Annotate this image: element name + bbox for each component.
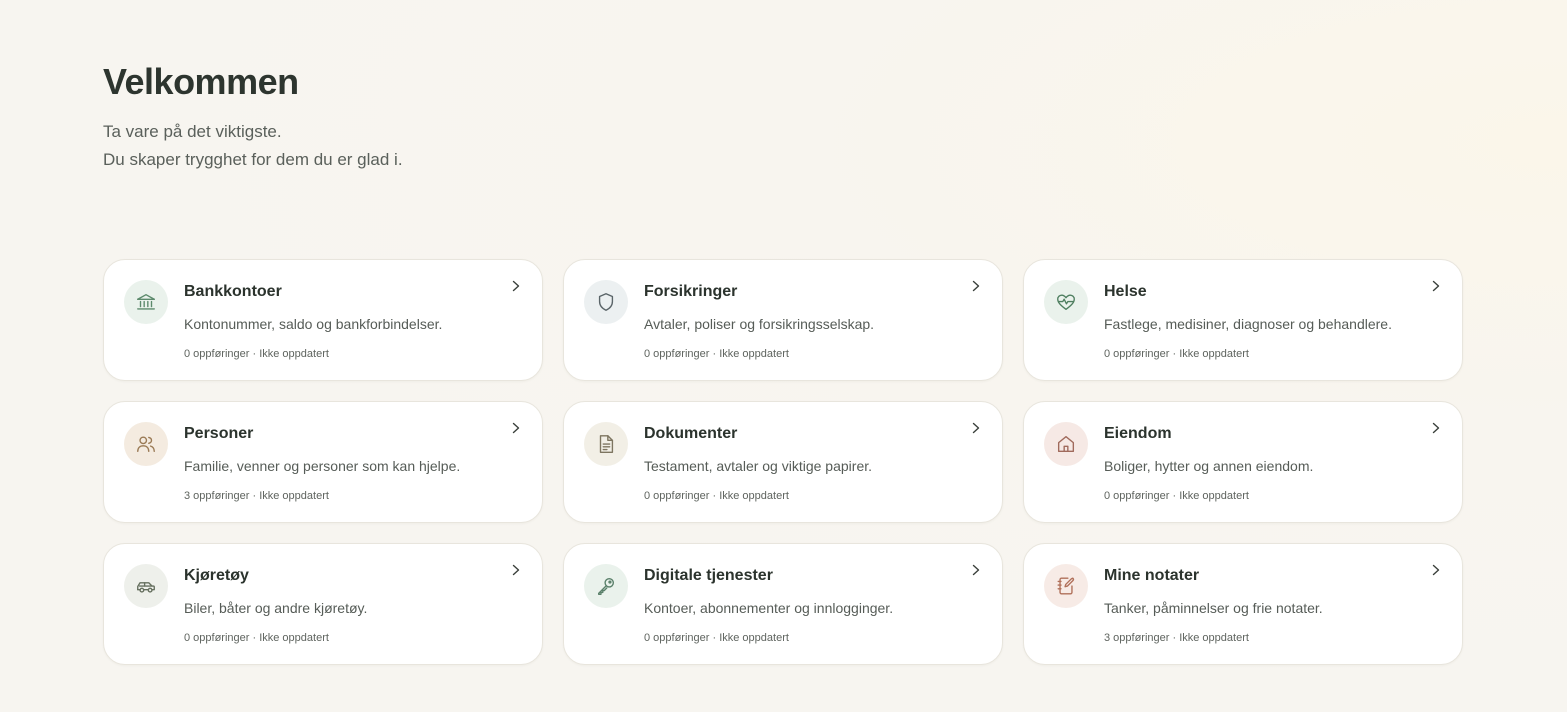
- card-digitale-tjenester[interactable]: Digitale tjenester Kontoer, abonnementer…: [563, 543, 1003, 665]
- card-bankkontoer[interactable]: Bankkontoer Kontonummer, saldo og bankfo…: [103, 259, 543, 381]
- card-meta: 0 oppføringer · Ikke oppdatert: [644, 632, 789, 644]
- chevron-right-icon: [970, 279, 982, 293]
- document-icon: [584, 422, 628, 466]
- card-meta: 0 oppføringer · Ikke oppdatert: [184, 348, 329, 360]
- users-icon: [124, 422, 168, 466]
- chevron-right-icon: [510, 421, 522, 435]
- card-description: Familie, venner og personer som kan hjel…: [184, 458, 461, 474]
- card-meta: 0 oppføringer · Ikke oppdatert: [184, 632, 329, 644]
- card-meta: 0 oppføringer · Ikke oppdatert: [1104, 348, 1249, 360]
- card-description: Biler, båter og andre kjøretøy.: [184, 600, 368, 616]
- card-kjoretoy[interactable]: Kjøretøy Biler, båter og andre kjøretøy.…: [103, 543, 543, 665]
- page-title: Velkommen: [103, 61, 299, 102]
- card-title: Mine notater: [1104, 567, 1200, 584]
- card-title: Forsikringer: [644, 283, 738, 300]
- bank-icon: [124, 280, 168, 324]
- card-title: Personer: [184, 425, 254, 442]
- page-header: Velkommen Ta vare på det viktigste. Du s…: [103, 60, 403, 174]
- card-meta: 3 oppføringer · Ikke oppdatert: [1104, 632, 1249, 644]
- house-icon: [1044, 422, 1088, 466]
- card-title: Helse: [1104, 283, 1147, 300]
- card-mine-notater[interactable]: Mine notater Tanker, påminnelser og frie…: [1023, 543, 1463, 665]
- card-meta: 0 oppføringer · Ikke oppdatert: [644, 348, 789, 360]
- key-icon: [584, 564, 628, 608]
- card-description: Avtaler, poliser og forsikringsselskap.: [644, 316, 875, 332]
- card-eiendom[interactable]: Eiendom Boliger, hytter og annen eiendom…: [1023, 401, 1463, 523]
- card-title: Dokumenter: [644, 425, 738, 442]
- card-meta: 3 oppføringer · Ikke oppdatert: [184, 490, 329, 502]
- card-helse[interactable]: Helse Fastlege, medisiner, diagnoser og …: [1023, 259, 1463, 381]
- card-dokumenter[interactable]: Dokumenter Testament, avtaler og viktige…: [563, 401, 1003, 523]
- card-personer[interactable]: Personer Familie, venner og personer som…: [103, 401, 543, 523]
- heart-pulse-icon: [1044, 280, 1088, 324]
- chevron-right-icon: [1430, 563, 1442, 577]
- card-title: Digitale tjenester: [644, 567, 773, 584]
- card-meta: 0 oppføringer · Ikke oppdatert: [644, 490, 789, 502]
- card-description: Fastlege, medisiner, diagnoser og behand…: [1104, 316, 1392, 332]
- card-description: Kontoer, abonnementer og innlogginger.: [644, 600, 894, 616]
- card-meta: 0 oppføringer · Ikke oppdatert: [1104, 490, 1249, 502]
- chevron-right-icon: [1430, 421, 1442, 435]
- chevron-right-icon: [970, 421, 982, 435]
- chevron-right-icon: [510, 279, 522, 293]
- card-description: Boliger, hytter og annen eiendom.: [1104, 458, 1314, 474]
- welcome-subtitle-line-2: Du skaper trygghet for dem du er glad i.: [103, 150, 403, 169]
- notebook-pen-icon: [1044, 564, 1088, 608]
- card-description: Kontonummer, saldo og bankforbindelser.: [184, 316, 443, 332]
- card-forsikringer[interactable]: Forsikringer Avtaler, poliser og forsikr…: [563, 259, 1003, 381]
- card-title: Kjøretøy: [184, 567, 249, 584]
- welcome-subtitle-line-1: Ta vare på det viktigste.: [103, 122, 282, 141]
- card-description: Testament, avtaler og viktige papirer.: [644, 458, 873, 474]
- card-title: Eiendom: [1104, 425, 1172, 442]
- chevron-right-icon: [510, 563, 522, 577]
- car-icon: [124, 564, 168, 608]
- shield-icon: [584, 280, 628, 324]
- chevron-right-icon: [970, 563, 982, 577]
- card-title: Bankkontoer: [184, 283, 282, 300]
- chevron-right-icon: [1430, 279, 1442, 293]
- card-description: Tanker, påminnelser og frie notater.: [1104, 600, 1323, 616]
- category-grid: Bankkontoer Kontonummer, saldo og bankfo…: [103, 259, 1463, 665]
